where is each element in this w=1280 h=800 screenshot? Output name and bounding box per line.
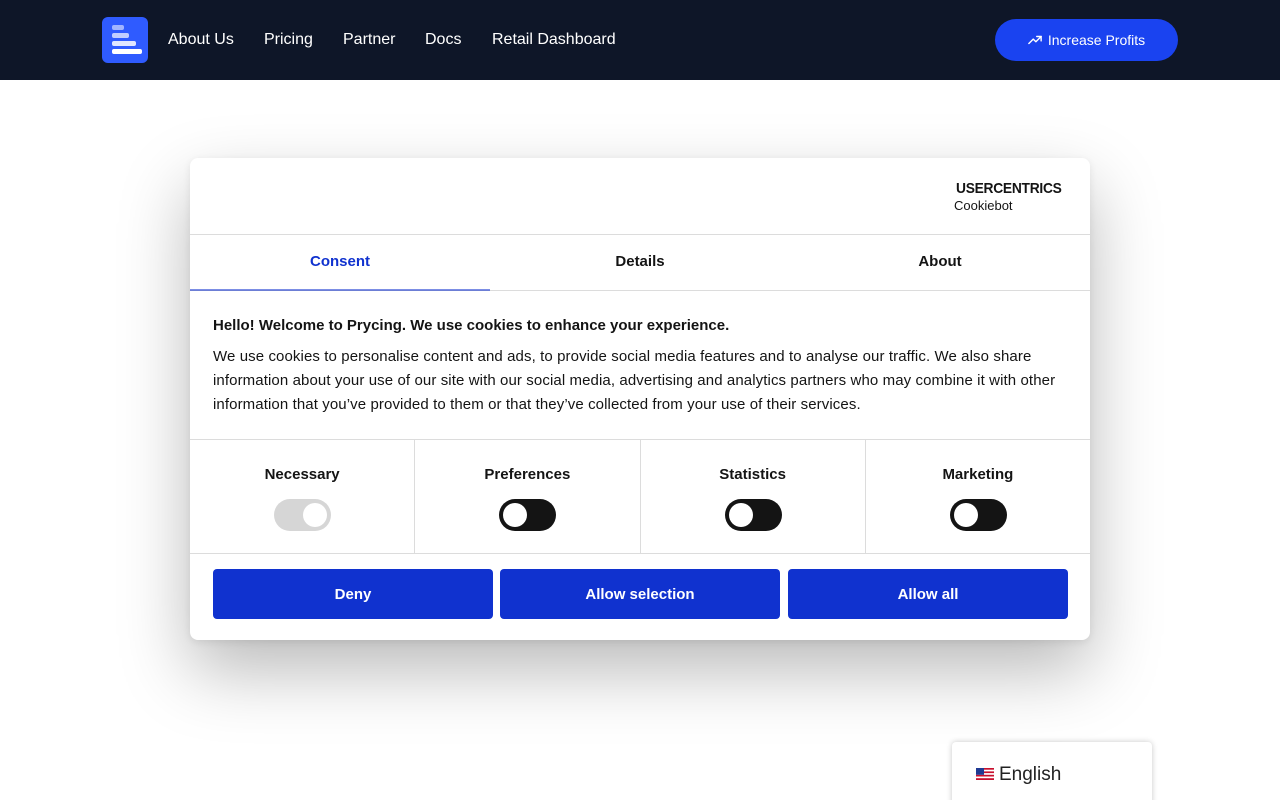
tab-details[interactable]: Details [490, 235, 790, 290]
consent-tabs: Consent Details About [190, 234, 1090, 291]
category-necessary: Necessary [190, 440, 416, 553]
tab-consent[interactable]: Consent [190, 235, 490, 291]
nav-pricing[interactable]: Pricing [264, 0, 313, 80]
top-navbar: About Us Pricing Partner Docs Retail Das… [0, 0, 1280, 80]
nav-retail-dashboard[interactable]: Retail Dashboard [492, 0, 616, 80]
category-label: Statistics [719, 466, 786, 483]
category-statistics: Statistics [641, 440, 866, 553]
category-preferences: Preferences [415, 440, 641, 553]
brand-sub: Cookiebot [954, 198, 1013, 213]
brand-name: USERCENTRICS [956, 180, 1062, 197]
increase-profits-button[interactable]: Increase Profits [995, 19, 1178, 61]
category-label: Necessary [264, 466, 340, 483]
consent-title: Hello! Welcome to Prycing. We use cookie… [213, 317, 730, 334]
tab-about[interactable]: About [790, 235, 1090, 290]
language-label: English [999, 764, 1062, 785]
necessary-toggle [274, 499, 332, 531]
category-marketing: Marketing [866, 440, 1090, 553]
marketing-toggle[interactable] [949, 499, 1007, 531]
language-switcher[interactable]: English [952, 742, 1152, 800]
cookie-consent-dialog: USERCENTRICS Cookiebot Consent Details A… [190, 158, 1090, 640]
nav-partner[interactable]: Partner [343, 0, 395, 80]
nav-about-us[interactable]: About Us [168, 0, 234, 80]
statistics-toggle[interactable] [724, 499, 782, 531]
consent-categories: Necessary Preferences Statistics Marketi… [190, 439, 1090, 554]
preferences-toggle[interactable] [499, 499, 557, 531]
trending-up-icon [1028, 35, 1042, 45]
nav-docs[interactable]: Docs [425, 0, 461, 80]
consent-body: We use cookies to personalise content an… [213, 348, 1056, 413]
usercentrics-logo: USERCENTRICS Cookiebot [954, 180, 1068, 214]
cta-label: Increase Profits [1047, 32, 1146, 48]
us-flag-icon [976, 768, 994, 780]
site-logo[interactable] [102, 17, 148, 63]
category-label: Preferences [484, 466, 571, 483]
category-label: Marketing [942, 466, 1014, 483]
deny-button[interactable]: Deny [213, 569, 493, 619]
allow-selection-button[interactable]: Allow selection [500, 569, 780, 619]
allow-all-button[interactable]: Allow all [788, 569, 1068, 619]
